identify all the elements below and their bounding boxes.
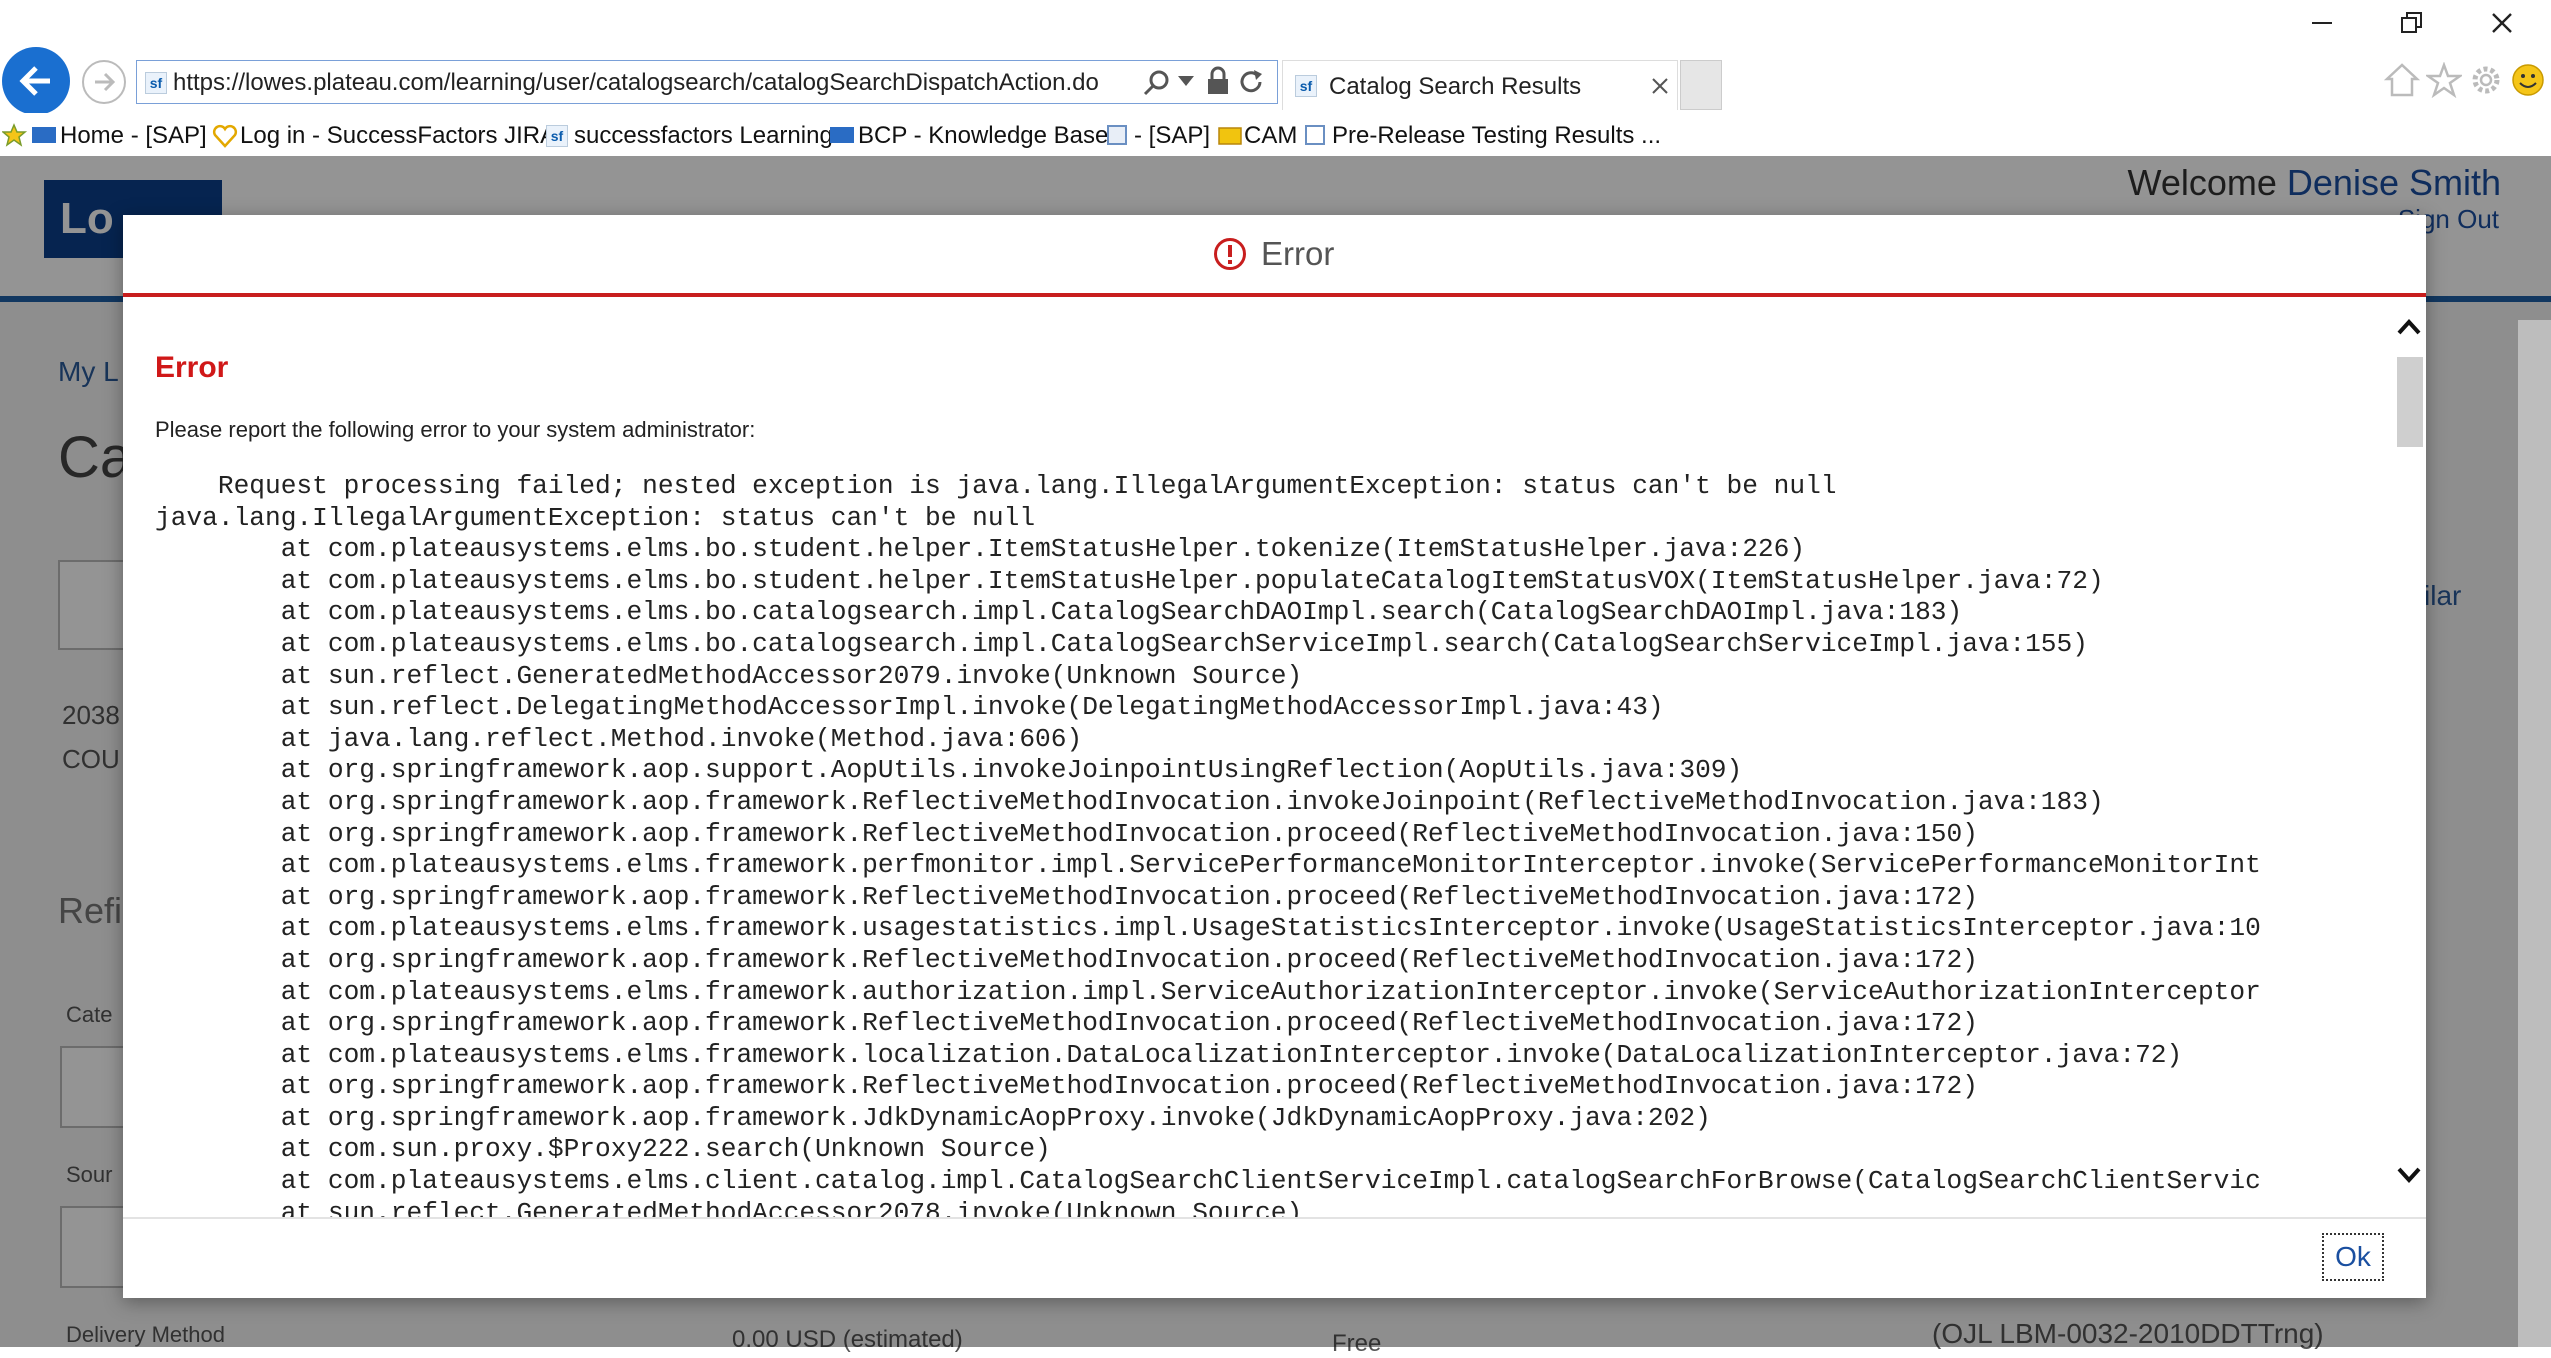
stack-trace-line: at com.sun.proxy.$Proxy222.search(Unknow… xyxy=(155,1134,1051,1165)
sap-favicon-icon xyxy=(830,127,854,143)
stack-trace-line: at sun.reflect.GeneratedMethodAccessor20… xyxy=(155,1197,1303,1217)
ie-page-icon xyxy=(1107,125,1127,145)
favorite-link[interactable]: Log in - SuccessFactors JIRA xyxy=(240,122,556,150)
minimize-button[interactable] xyxy=(2287,0,2357,46)
dropdown-chevron-icon[interactable] xyxy=(1178,74,1194,88)
scroll-up-icon[interactable] xyxy=(2396,317,2422,337)
back-arrow-icon xyxy=(19,66,50,96)
dialog-footer: Ok xyxy=(123,1217,2426,1300)
error-dialog: Error Error Please report the following … xyxy=(123,215,2426,1298)
stack-trace-line: at org.springframework.aop.framework.Ref… xyxy=(155,944,1978,975)
error-heading: Error xyxy=(155,351,229,384)
stack-trace-line: at com.plateausystems.elms.bo.student.he… xyxy=(155,565,2104,596)
error-instruction: Please report the following error to you… xyxy=(155,417,756,442)
page-scrollbar[interactable] xyxy=(2518,320,2551,1347)
stack-trace-line: at com.plateausystems.elms.framework.loc… xyxy=(155,1039,2183,1070)
dialog-header: Error xyxy=(123,215,2426,297)
sap-favicon-icon xyxy=(32,127,56,143)
tab-close-icon[interactable] xyxy=(1651,77,1669,95)
stack-trace-line: at com.plateausystems.elms.framework.usa… xyxy=(155,913,2261,944)
stack-trace-line: at org.springframework.aop.support.AopUt… xyxy=(155,755,1743,786)
tab-title: Catalog Search Results xyxy=(1329,73,1582,100)
stack-trace: Request processing failed; nested except… xyxy=(155,471,2397,1217)
home-icon[interactable] xyxy=(2384,62,2420,98)
lock-icon[interactable] xyxy=(1206,66,1230,96)
address-bar[interactable]: sf https://lowes.plateau.com/learning/us… xyxy=(136,60,1278,104)
new-tab-button[interactable] xyxy=(1680,60,1722,110)
stack-trace-line: at org.springframework.aop.framework.Ref… xyxy=(155,786,2104,817)
smiley-feedback-icon[interactable] xyxy=(2510,62,2546,98)
favorite-link[interactable]: CAM xyxy=(1244,122,1297,150)
dialog-title-group: Error xyxy=(1213,235,1334,273)
stack-trace-line: java.lang.IllegalArgumentException: stat… xyxy=(155,502,1036,533)
stack-trace-line: at com.plateausystems.elms.bo.catalogsea… xyxy=(155,628,2088,659)
stack-trace-line: at sun.reflect.DelegatingMethodAccessorI… xyxy=(155,692,1664,723)
stack-trace-line: at org.springframework.aop.framework.Ref… xyxy=(155,818,1978,849)
heart-icon xyxy=(212,124,238,148)
restore-icon xyxy=(2401,12,2422,33)
ok-button[interactable]: Ok xyxy=(2322,1233,2384,1281)
stack-trace-line: at com.plateausystems.elms.framework.aut… xyxy=(155,976,2261,1007)
scrollbar-thumb[interactable] xyxy=(2397,357,2423,447)
stack-trace-line: at org.springframework.aop.framework.Ref… xyxy=(155,1008,1978,1039)
gear-icon[interactable] xyxy=(2468,62,2504,98)
error-alert-icon xyxy=(1214,238,1246,270)
favorite-link[interactable]: Pre-Release Testing Results ... xyxy=(1332,122,1661,150)
favorite-link[interactable]: - [SAP] xyxy=(1134,122,1210,150)
dialog-body: Error Please report the following error … xyxy=(123,297,2426,1217)
dialog-title: Error xyxy=(1261,235,1335,272)
stack-trace-line: at sun.reflect.GeneratedMethodAccessor20… xyxy=(155,660,1303,691)
tab-catalog-search-results[interactable]: sf Catalog Search Results xyxy=(1282,60,1678,110)
stack-trace-line: at org.springframework.aop.framework.Jdk… xyxy=(155,1102,1711,1133)
dialog-scrollbar[interactable] xyxy=(2393,297,2426,1217)
favorites-star-icon[interactable] xyxy=(2426,62,2462,98)
page-icon xyxy=(1305,125,1325,145)
browser-chrome: sf https://lowes.plateau.com/learning/us… xyxy=(0,0,2551,156)
favorite-link[interactable]: BCP - Knowledge Base xyxy=(858,122,1108,150)
stack-trace-line: at java.lang.reflect.Method.invoke(Metho… xyxy=(155,723,1083,754)
restore-button[interactable] xyxy=(2377,0,2447,46)
close-icon xyxy=(2492,13,2512,33)
close-window-button[interactable] xyxy=(2467,0,2537,46)
stack-trace-line: Request processing failed; nested except… xyxy=(155,471,1837,501)
refresh-icon[interactable] xyxy=(1238,68,1266,96)
favorite-link[interactable]: Home - [SAP] xyxy=(60,122,207,150)
address-url: https://lowes.plateau.com/learning/user/… xyxy=(173,69,1099,96)
forward-button[interactable] xyxy=(82,60,126,104)
search-icon[interactable] xyxy=(1142,68,1172,98)
minimize-icon xyxy=(2312,22,2332,24)
back-button[interactable] xyxy=(2,47,70,115)
stack-trace-line: at org.springframework.aop.framework.Ref… xyxy=(155,1071,1978,1102)
scroll-down-icon[interactable] xyxy=(2396,1165,2422,1185)
tab-favicon-icon: sf xyxy=(1295,75,1317,97)
favorites-add-icon[interactable] xyxy=(2,123,28,147)
favorites-bar: Home - [SAP] Log in - SuccessFactors JIR… xyxy=(0,113,2551,156)
stack-trace-line: at org.springframework.aop.framework.Ref… xyxy=(155,881,1978,912)
stack-trace-line: at com.plateausystems.elms.bo.student.he… xyxy=(155,534,1806,565)
forward-arrow-icon xyxy=(95,72,116,92)
stack-trace-line: at com.plateausystems.elms.client.catalo… xyxy=(155,1166,2261,1197)
favorite-link[interactable]: successfactors Learning xyxy=(574,122,833,150)
sf-favicon-icon: sf xyxy=(546,125,568,147)
stack-trace-line: at com.plateausystems.elms.bo.catalogsea… xyxy=(155,597,1963,628)
site-favicon-icon: sf xyxy=(145,72,167,94)
folder-icon xyxy=(1218,127,1242,145)
stack-trace-line: at com.plateausystems.elms.framework.per… xyxy=(155,850,2261,881)
